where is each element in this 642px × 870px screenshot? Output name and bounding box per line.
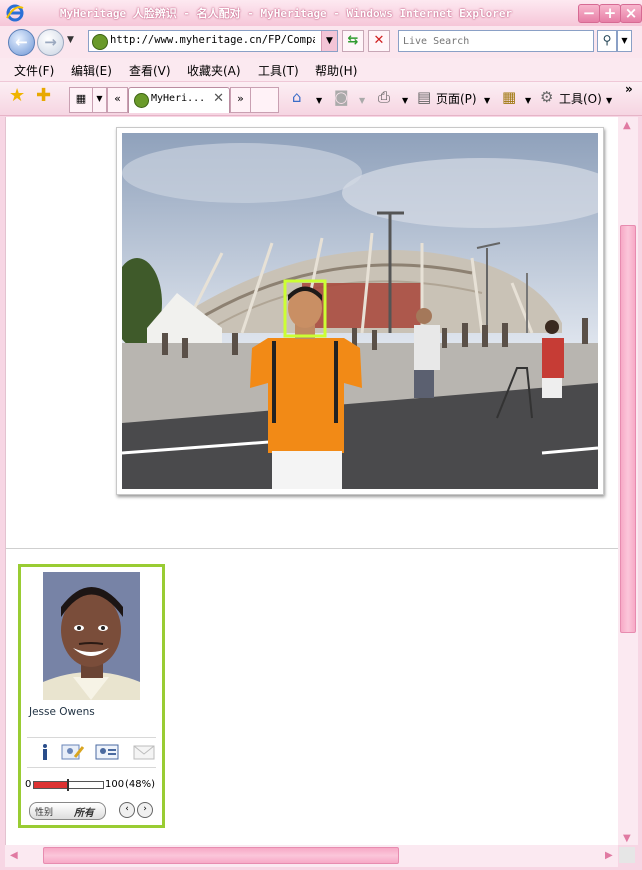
scroll-right-arrow-icon[interactable]: ▶: [605, 850, 613, 861]
address-dropdown-icon[interactable]: ▼: [321, 31, 337, 51]
gender-value: 所有: [74, 808, 94, 819]
tools-menu[interactable]: 工具(O): [559, 90, 602, 107]
feeds-icon[interactable]: ◙: [334, 89, 349, 105]
close-button[interactable]: ×: [620, 4, 642, 23]
gender-filter[interactable]: 性别 所有: [29, 802, 106, 820]
address-bar[interactable]: http://www.myheritage.cn/FP/Company ▼: [88, 30, 338, 52]
section-divider: [6, 548, 619, 549]
site-favicon-icon: [134, 93, 149, 108]
back-button[interactable]: ←: [8, 29, 35, 56]
menu-tools[interactable]: 工具(T): [258, 62, 299, 79]
tools-dropdown-icon[interactable]: ▼: [606, 93, 612, 109]
close-tab-icon[interactable]: ✕: [213, 91, 224, 106]
refresh-button[interactable]: ⇆: [342, 30, 364, 52]
email-icon[interactable]: [133, 743, 155, 761]
search-options-dropdown-icon[interactable]: ▼: [617, 30, 632, 52]
menu-help[interactable]: 帮助(H): [315, 62, 357, 79]
research-dropdown-icon[interactable]: ▼: [525, 93, 531, 109]
vertical-scroll-thumb[interactable]: [620, 225, 636, 633]
celebrity-name[interactable]: Jesse Owens: [29, 706, 95, 718]
tab-myheritage[interactable]: MyHeri... ✕: [128, 87, 230, 113]
tab-command-bar: ★ ✚ ▦ ▼ « MyHeri... ✕ » ⌂ ▼ ◙ ▼ ⎙ ▼ ▤ 页面…: [0, 82, 642, 116]
research-icon[interactable]: ▦: [502, 89, 516, 105]
quick-tabs-icon[interactable]: ▦: [69, 87, 93, 113]
menu-edit[interactable]: 编辑(E): [71, 62, 112, 79]
similarity-percent: (48%): [125, 779, 156, 790]
similarity-max-label: 100: [105, 779, 125, 790]
card-separator: [27, 767, 156, 768]
search-input[interactable]: [399, 32, 593, 50]
compare-photos-icon[interactable]: [61, 743, 85, 761]
search-box[interactable]: [398, 30, 594, 52]
print-dropdown-icon[interactable]: ▼: [402, 93, 408, 109]
profile-card-icon[interactable]: [95, 743, 119, 761]
page-dropdown-icon[interactable]: ▼: [484, 93, 490, 109]
vertical-scrollbar[interactable]: ▲ ▼: [618, 117, 638, 845]
minimize-button[interactable]: −: [578, 4, 600, 23]
search-icon[interactable]: ⚲: [597, 30, 617, 52]
more-commands-button[interactable]: »: [625, 82, 633, 96]
card-separator: [27, 737, 156, 738]
site-favicon-icon: [92, 34, 108, 50]
home-dropdown-icon[interactable]: ▼: [316, 93, 322, 109]
maximize-button[interactable]: +: [599, 4, 621, 23]
tab-scroll-right-button[interactable]: »: [230, 87, 251, 113]
internet-explorer-icon: [6, 4, 24, 22]
print-icon[interactable]: ⎙: [378, 89, 390, 105]
page-menu[interactable]: 页面(P): [436, 90, 477, 107]
history-dropdown-icon[interactable]: ▼: [67, 35, 74, 45]
window-title: MyHeritage 人脸辨识 - 名人配对 - MyHeritage - Wi…: [59, 7, 513, 20]
add-favorites-icon[interactable]: ✚: [36, 87, 51, 105]
menu-file[interactable]: 文件(F): [14, 62, 54, 79]
scroll-left-arrow-icon[interactable]: ◀: [10, 850, 18, 861]
similarity-slider[interactable]: [33, 779, 104, 791]
address-url[interactable]: http://www.myheritage.cn/FP/Company: [110, 34, 315, 46]
gender-label: 性别: [35, 808, 54, 818]
celebrity-portrait[interactable]: [43, 572, 140, 700]
gear-icon[interactable]: ⚙: [540, 89, 553, 105]
uploaded-photo: [122, 133, 598, 489]
favorites-star-icon[interactable]: ★: [9, 87, 25, 105]
title-bar: MyHeritage 人脸辨识 - 名人配对 - MyHeritage - Wi…: [0, 0, 642, 27]
menu-favorites[interactable]: 收藏夹(A): [187, 62, 241, 79]
scrollbar-corner: [619, 847, 635, 863]
uploaded-photo-frame: [116, 127, 604, 495]
horizontal-scroll-thumb[interactable]: [43, 847, 399, 864]
info-icon[interactable]: [35, 743, 55, 761]
forward-button[interactable]: →: [37, 29, 64, 56]
similarity-slider-fill: [34, 782, 67, 788]
similarity-min-label: 0: [25, 779, 32, 790]
menu-bar: 文件(F) 编辑(E) 查看(V) 收藏夹(A) 工具(T) 帮助(H): [0, 58, 642, 82]
next-match-button[interactable]: ›: [137, 802, 153, 818]
address-toolbar: ← → ▼ http://www.myheritage.cn/FP/Compan…: [0, 26, 642, 58]
horizontal-scrollbar[interactable]: ◀ ▶: [5, 845, 618, 867]
stop-button[interactable]: ✕: [368, 30, 390, 52]
celebrity-match-card: Jesse Owens 0 100 (48%) 性别 所有 ‹ ›: [18, 564, 165, 828]
scroll-down-arrow-icon[interactable]: ▼: [623, 833, 631, 844]
tab-scroll-left-button[interactable]: «: [107, 87, 128, 113]
scroll-up-arrow-icon[interactable]: ▲: [623, 120, 631, 131]
new-tab-button[interactable]: [250, 87, 279, 113]
page-icon[interactable]: ▤: [417, 89, 431, 105]
tab-list-dropdown-icon[interactable]: ▼: [92, 87, 107, 113]
previous-match-button[interactable]: ‹: [119, 802, 135, 818]
menu-view[interactable]: 查看(V): [129, 62, 171, 79]
tab-label: MyHeri...: [151, 93, 206, 104]
home-icon[interactable]: ⌂: [292, 89, 302, 105]
feeds-dropdown-icon[interactable]: ▼: [359, 93, 365, 109]
page-content: Jesse Owens 0 100 (48%) 性别 所有 ‹ ›: [5, 117, 619, 845]
similarity-slider-handle[interactable]: [67, 779, 69, 791]
